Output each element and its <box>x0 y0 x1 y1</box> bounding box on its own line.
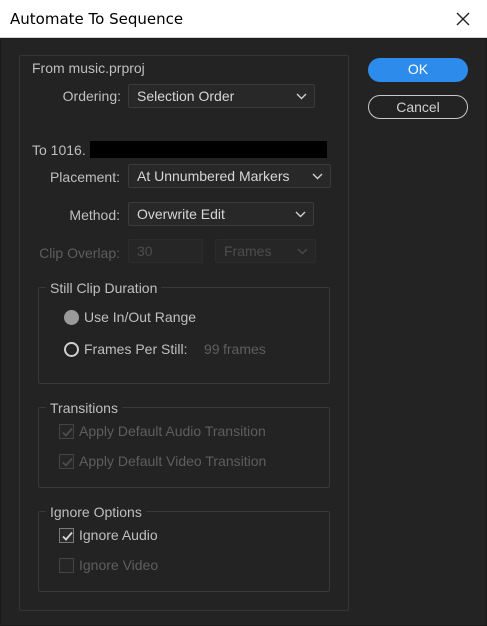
frames-per-still-radio[interactable] <box>64 342 79 357</box>
video-transition-label: Apply Default Video Transition <box>79 453 267 469</box>
window-title: Automate To Sequence <box>10 10 184 28</box>
chevron-down-icon <box>312 173 323 180</box>
method-label: Method: <box>69 207 120 223</box>
ignore-video-label: Ignore Video <box>79 557 159 573</box>
clip-overlap-input[interactable]: 30 <box>128 239 203 263</box>
audio-transition-label: Apply Default Audio Transition <box>79 423 266 439</box>
ok-button[interactable]: OK <box>368 58 468 82</box>
placement-label: Placement: <box>49 169 120 185</box>
ignore-video-checkbox[interactable] <box>59 558 74 573</box>
still-clip-title: Still Clip Duration <box>46 280 162 296</box>
use-inout-radio[interactable] <box>64 310 79 325</box>
chevron-down-icon <box>297 248 308 255</box>
clip-overlap-value: 30 <box>137 243 153 259</box>
ignore-audio-label: Ignore Audio <box>79 527 158 543</box>
chevron-down-icon <box>296 93 307 100</box>
close-icon[interactable] <box>453 9 473 29</box>
ordering-dropdown[interactable]: Selection Order <box>128 84 315 108</box>
checkmark-icon <box>62 457 73 467</box>
use-inout-label: Use In/Out Range <box>84 309 197 325</box>
ignore-options-group <box>38 511 330 592</box>
method-dropdown[interactable]: Overwrite Edit <box>128 202 314 226</box>
dialog-body: From music.prproj Ordering: Selection Or… <box>0 38 487 626</box>
transitions-group <box>38 407 330 488</box>
chevron-down-icon <box>295 211 306 218</box>
frames-per-still-label: Frames Per Still: <box>84 341 188 357</box>
video-transition-checkbox[interactable] <box>59 454 74 469</box>
checkmark-icon <box>62 427 73 437</box>
transitions-title: Transitions <box>46 400 122 416</box>
ordering-label: Ordering: <box>62 88 121 104</box>
clip-overlap-label: Clip Overlap: <box>39 245 120 261</box>
checkmark-icon <box>62 531 73 541</box>
ordering-value: Selection Order <box>137 88 235 104</box>
to-heading: To 1016. <box>32 142 86 158</box>
still-clip-group <box>38 287 330 384</box>
method-value: Overwrite Edit <box>137 206 225 222</box>
redacted-sequence-name <box>90 141 327 158</box>
frames-per-still-value[interactable]: 99 <box>204 341 220 357</box>
audio-transition-checkbox[interactable] <box>59 424 74 439</box>
placement-dropdown[interactable]: At Unnumbered Markers <box>128 164 331 188</box>
ignore-audio-checkbox[interactable] <box>59 528 74 543</box>
clip-overlap-unit: Frames <box>224 243 272 259</box>
clip-overlap-unit-dropdown[interactable]: Frames <box>215 239 316 263</box>
frames-unit: frames <box>223 341 266 357</box>
placement-value: At Unnumbered Markers <box>137 168 290 184</box>
cancel-button[interactable]: Cancel <box>368 95 468 119</box>
ignore-options-title: Ignore Options <box>46 504 146 520</box>
title-bar: Automate To Sequence <box>0 0 487 38</box>
from-heading: From music.prproj <box>32 60 145 76</box>
